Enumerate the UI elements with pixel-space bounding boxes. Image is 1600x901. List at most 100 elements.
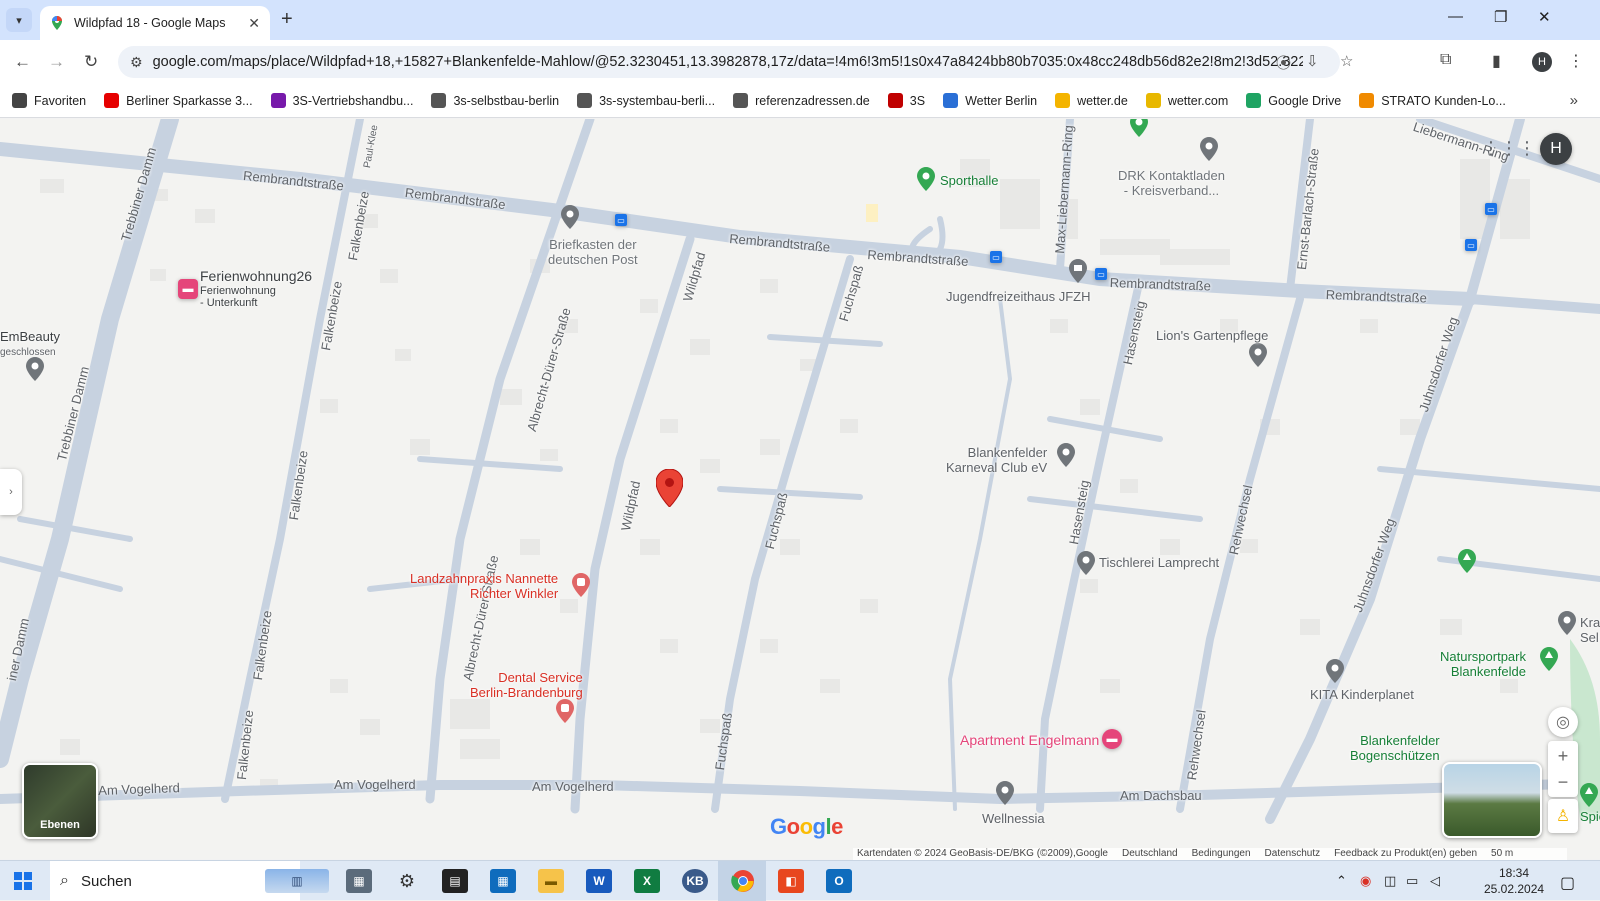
- file-explorer-icon[interactable]: ▬: [538, 869, 564, 893]
- volume-icon[interactable]: ◁: [1430, 873, 1440, 889]
- poi-label-spiel[interactable]: Spiel: [1580, 809, 1600, 824]
- poi-label-wellnessia[interactable]: Wellnessia: [982, 811, 1045, 826]
- bookmark-item[interactable]: 3S: [887, 93, 925, 108]
- street-view-pegman-icon[interactable]: ♙: [1548, 799, 1578, 833]
- poi-label-kra[interactable]: Kra Sel: [1580, 615, 1600, 645]
- bookmark-item[interactable]: 3S-Vertriebshandbu...: [270, 93, 413, 108]
- bookmark-item[interactable]: referenzadressen.de: [733, 93, 870, 108]
- bookmarks-overflow-icon[interactable]: »: [1570, 92, 1578, 109]
- office-icon[interactable]: ◧: [778, 869, 804, 893]
- poi-label-drk[interactable]: DRK Kontaktladen - Kreisverband...: [1118, 168, 1225, 198]
- network-icon[interactable]: ▭: [1406, 873, 1418, 889]
- bus-stop-icon[interactable]: ▭: [615, 214, 627, 226]
- address-bar[interactable]: ⚙ google.com/maps/place/Wildpfad+18,+158…: [118, 46, 1340, 78]
- kb-icon[interactable]: KB: [682, 869, 708, 893]
- street-view-thumbnail[interactable]: [1442, 762, 1542, 838]
- sports-poi-icon[interactable]: [917, 167, 935, 191]
- mailbox-poi-icon[interactable]: [561, 205, 579, 229]
- hotel-poi-icon[interactable]: ▬: [178, 279, 198, 299]
- clock[interactable]: 18:34 25.02.2024: [1484, 865, 1544, 897]
- chrome-icon[interactable]: [730, 869, 756, 893]
- place-poi-icon[interactable]: [1200, 137, 1218, 161]
- place-poi-icon[interactable]: [1326, 659, 1344, 683]
- restore-icon[interactable]: ❐: [1494, 8, 1507, 26]
- bookmark-item[interactable]: Google Drive: [1246, 93, 1341, 108]
- extensions-icon[interactable]: ⧉: [1440, 51, 1451, 69]
- park-poi-icon[interactable]: [1458, 549, 1476, 573]
- antivirus-tray-icon[interactable]: ◉: [1360, 873, 1371, 889]
- selected-location-pin-icon[interactable]: [656, 469, 683, 507]
- site-info-icon[interactable]: ⚙: [130, 54, 143, 71]
- layers-button[interactable]: Ebenen: [22, 763, 98, 839]
- poi-label-embeauty[interactable]: EmBeauty: [0, 329, 60, 344]
- my-location-icon[interactable]: ◎: [1548, 707, 1578, 737]
- store-icon[interactable]: ▤: [442, 869, 468, 893]
- poi-label-kita[interactable]: KITA Kinderplanet: [1310, 687, 1414, 702]
- word-icon[interactable]: W: [586, 869, 612, 893]
- zoom-in-icon[interactable]: +: [1558, 743, 1569, 769]
- side-panel-icon[interactable]: ▮: [1492, 51, 1501, 71]
- new-tab-button[interactable]: +: [281, 9, 293, 29]
- bookmark-item[interactable]: wetter.de: [1055, 93, 1128, 108]
- park-poi-icon[interactable]: [1580, 783, 1598, 807]
- apps-grid-icon[interactable]: ⋮⋮⋮: [1482, 137, 1536, 159]
- civic-poi-icon[interactable]: [1069, 259, 1087, 283]
- bookmark-item[interactable]: Berliner Sparkasse 3...: [104, 93, 253, 108]
- place-poi-icon[interactable]: [996, 781, 1014, 805]
- zoom-out-icon[interactable]: −: [1558, 769, 1569, 795]
- poi-label-karneval[interactable]: Blankenfelder Karneval Club eV: [946, 445, 1047, 475]
- back-icon[interactable]: ←: [14, 52, 31, 72]
- park-poi-icon[interactable]: [1540, 647, 1558, 671]
- bookmark-item[interactable]: Favoriten: [12, 93, 86, 108]
- poi-label-landzahnpraxis[interactable]: Landzahnpraxis Nannette Richter Winkler: [410, 571, 558, 601]
- poi-label-briefkasten[interactable]: Briefkasten der deutschen Post: [548, 237, 638, 267]
- bookmark-item[interactable]: 3s-systembau-berli...: [577, 93, 715, 108]
- bookmark-item[interactable]: 3s-selbstbau-berlin: [431, 93, 559, 108]
- bookmark-item[interactable]: Wetter Berlin: [943, 93, 1037, 108]
- poi-label-sporthalle[interactable]: Sporthalle: [940, 173, 999, 188]
- bus-stop-icon[interactable]: ▭: [990, 251, 1002, 263]
- url-text[interactable]: google.com/maps/place/Wildpfad+18,+15827…: [153, 54, 1303, 70]
- excel-icon[interactable]: X: [634, 869, 660, 893]
- poi-label-jfzh[interactable]: Jugendfreizeithaus JFZH: [946, 289, 1091, 304]
- poi-label-ferienwohnung[interactable]: Ferienwohnung26: [200, 269, 312, 284]
- camera-tray-icon[interactable]: ◫: [1384, 873, 1396, 889]
- chrome-menu-icon[interactable]: ⋮: [1568, 51, 1584, 71]
- poi-label-bogenschuetzen[interactable]: Blankenfelder Bogenschützen: [1350, 733, 1440, 763]
- bookmark-item[interactable]: wetter.com: [1145, 93, 1228, 108]
- poi-label-lion[interactable]: Lion's Gartenpflege: [1156, 328, 1268, 343]
- close-window-icon[interactable]: ✕: [1538, 8, 1551, 26]
- account-avatar[interactable]: H: [1540, 133, 1572, 165]
- poi-label-tischlerei[interactable]: Tischlerei Lamprecht: [1099, 555, 1219, 570]
- dentist-poi-icon[interactable]: [572, 573, 590, 597]
- city-skyline-icon[interactable]: ▥: [265, 869, 329, 893]
- taskbar-search-box[interactable]: ⌕ Suchen: [50, 861, 300, 901]
- outlook-calendar-icon[interactable]: ▦: [490, 869, 516, 893]
- notifications-icon[interactable]: ▢: [1560, 873, 1575, 893]
- place-poi-icon[interactable]: [1077, 551, 1095, 575]
- place-poi-icon[interactable]: [1558, 611, 1576, 635]
- outlook-icon[interactable]: O: [826, 869, 852, 893]
- park-poi-icon[interactable]: [1130, 119, 1148, 137]
- bus-stop-icon[interactable]: ▭: [1095, 268, 1107, 280]
- place-poi-icon[interactable]: [1249, 343, 1267, 367]
- dentist-poi-icon[interactable]: [556, 699, 574, 723]
- bookmark-item[interactable]: STRATO Kunden-Lo...: [1359, 93, 1506, 108]
- map-canvas[interactable]: Rembrandtstraße Rembrandtstraße Rembrand…: [0, 119, 1600, 859]
- hotel-poi-icon[interactable]: ▬: [1102, 729, 1122, 749]
- minimize-icon[interactable]: —: [1448, 8, 1463, 25]
- settings-icon[interactable]: ⚙: [394, 869, 420, 893]
- tab-search-button[interactable]: ▾: [6, 8, 32, 32]
- windows-start-icon[interactable]: [14, 872, 32, 890]
- bus-stop-icon[interactable]: ▭: [1465, 239, 1477, 251]
- bus-stop-icon[interactable]: ▭: [1485, 203, 1497, 215]
- expand-side-panel-button[interactable]: ›: [0, 469, 22, 515]
- show-hidden-icons-icon[interactable]: ⌃: [1336, 873, 1347, 889]
- forward-icon[interactable]: →: [48, 52, 65, 72]
- poi-label-apartment[interactable]: Apartment Engelmann: [960, 733, 1099, 748]
- browser-profile-avatar[interactable]: H: [1532, 52, 1552, 72]
- location-icon[interactable]: ⦿: [1276, 52, 1291, 73]
- reload-icon[interactable]: ↻: [84, 52, 98, 72]
- place-poi-icon[interactable]: [1057, 443, 1075, 467]
- bookmark-star-icon[interactable]: ☆: [1340, 52, 1353, 70]
